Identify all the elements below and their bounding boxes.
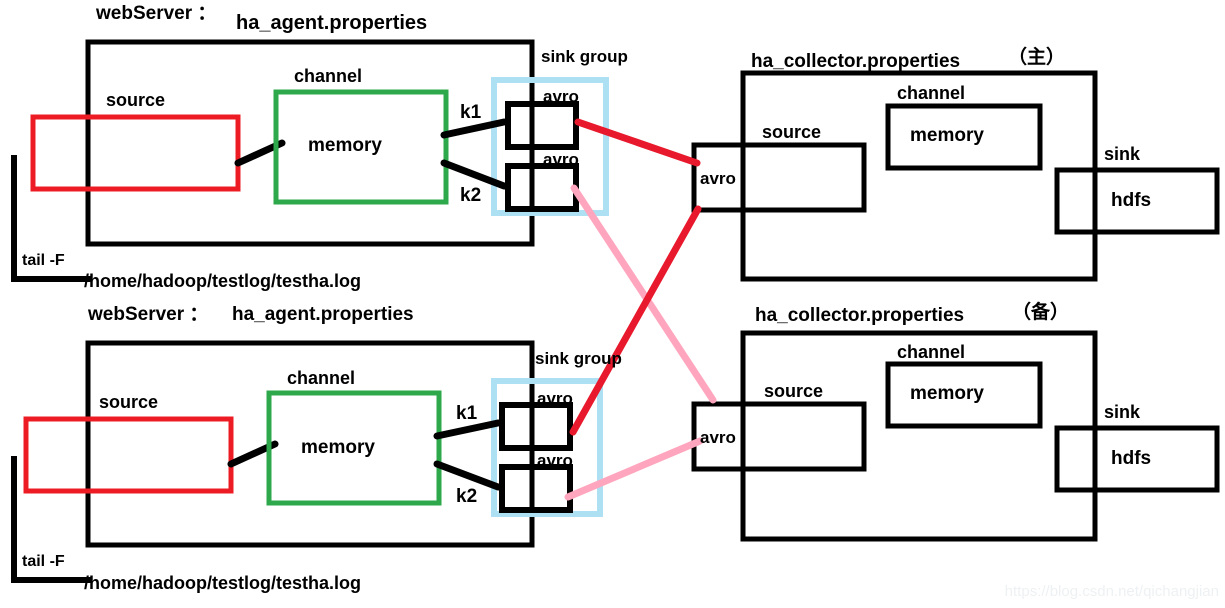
agent-bottom-channel-k1-link	[433, 419, 502, 440]
agent-top-sink-k1-value: avro	[543, 87, 579, 106]
collector-backup-channel-label: channel	[897, 342, 966, 362]
agent-top-channel-k2-link	[440, 159, 508, 190]
agent-top-source-label: source	[106, 90, 166, 110]
agent-top-sink-k1-label: k1	[460, 102, 482, 123]
link-bottom-k2-to-backup	[564, 437, 704, 501]
agent-bottom-sink-k1-label: k1	[456, 403, 478, 424]
agent-bottom-source-box	[23, 416, 234, 494]
agent-top-sink-k2-label: k2	[460, 185, 482, 206]
agent-top-source-channel-link	[234, 139, 286, 167]
collector-primary-source-label: source	[762, 122, 822, 142]
diagram-canvas: webServer ： ha_agent.properties source c…	[0, 0, 1225, 608]
agent-top-sink-group-label: sink group	[541, 47, 628, 66]
watermark-text: https://blog.csdn.net/qichangjian	[1004, 583, 1219, 600]
collector-primary-role-label: （主）	[1008, 47, 1066, 68]
collector-backup-channel-value: memory	[910, 383, 984, 404]
agent-bottom-channel-value: memory	[301, 437, 375, 458]
collector-backup-sink-label: sink	[1104, 402, 1141, 422]
collector-primary-container	[740, 70, 1098, 282]
agent-bottom-sink-group-label: sink group	[535, 349, 622, 368]
collector-primary-config-label: ha_collector.properties	[751, 51, 961, 72]
agent-top-sink-k2-box	[505, 163, 579, 212]
agent-top-log-path: /home/hadoop/testlog/testha.log	[84, 271, 362, 291]
agent-bottom-tail-label: tail -F	[22, 553, 65, 570]
agent-bottom-sink-k2-box	[499, 464, 573, 513]
agent-bottom-source-label: source	[99, 392, 159, 412]
collector-primary-sink-label: sink	[1104, 144, 1141, 164]
agent-top-config-label: ha_agent.properties	[236, 12, 428, 34]
agent-top-source-box	[30, 114, 241, 192]
agent-top-channel-value: memory	[308, 135, 382, 156]
link-bottom-k1-to-primary	[569, 205, 702, 436]
agent-top-channel-label: channel	[294, 66, 363, 86]
agent-bottom-log-path: /home/hadoop/testlog/testha.log	[84, 573, 362, 593]
agent-bottom-sink-k1-value: avro	[537, 389, 573, 408]
agent-bottom-sink-k1-box	[499, 402, 573, 451]
collector-primary-sink-value: hdfs	[1111, 190, 1152, 211]
agent-bottom-sink-k2-value: avro	[537, 451, 573, 470]
collector-backup-source-label: source	[764, 381, 824, 401]
agent-bottom-host-label: webServer ：	[88, 304, 209, 325]
agent-top-sink-k2-value: avro	[543, 150, 579, 169]
agent-bottom-channel-label: channel	[287, 368, 356, 388]
collector-primary-source-value: avro	[700, 169, 736, 188]
collector-primary-channel-label: channel	[897, 83, 966, 103]
collector-backup-sink-value: hdfs	[1111, 448, 1152, 469]
agent-top-tail-label: tail -F	[22, 252, 65, 269]
collector-backup-source-value: avro	[700, 428, 736, 447]
link-top-k1-to-primary	[574, 118, 701, 167]
agent-top-sink-k1-box	[505, 101, 579, 150]
agent-top-host-label: webServer ：	[96, 3, 217, 24]
collector-backup-container	[740, 330, 1098, 542]
agent-bottom-source-channel-link	[227, 440, 279, 468]
agent-bottom-config-label: ha_agent.properties	[232, 304, 414, 325]
collector-backup-role-label: （备）	[1012, 302, 1070, 323]
agent-bottom-sink-k2-label: k2	[456, 486, 478, 507]
link-top-k2-to-backup	[570, 184, 717, 404]
collector-backup-config-label: ha_collector.properties	[755, 305, 965, 326]
agent-top-channel-k1-link	[440, 118, 508, 139]
agent-bottom-channel-k2-link	[433, 460, 502, 491]
collector-primary-channel-value: memory	[910, 125, 984, 146]
